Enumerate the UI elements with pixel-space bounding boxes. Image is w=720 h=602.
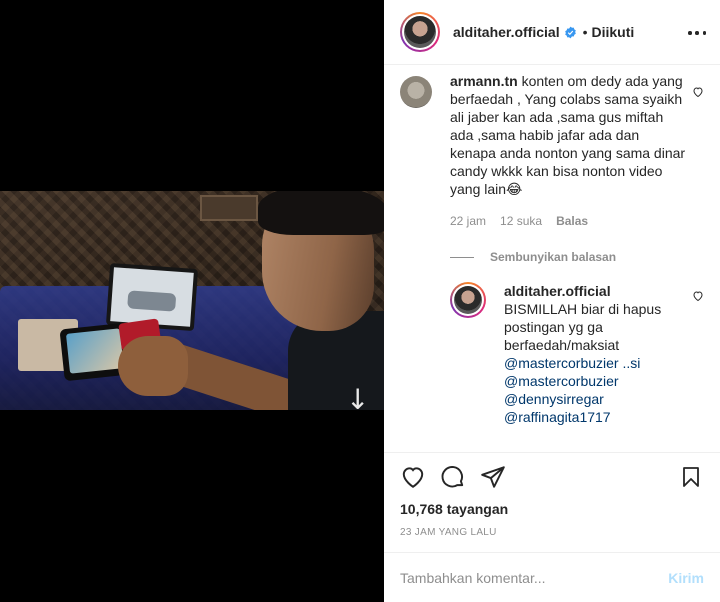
share-icon[interactable] — [480, 464, 506, 490]
action-icons — [400, 463, 704, 491]
video-player[interactable] — [0, 191, 384, 410]
comment-item: armann.tn konten om dedy ada yang berfae… — [400, 72, 704, 230]
more-options-icon[interactable] — [688, 24, 706, 42]
video-scene-phone-screen — [65, 328, 124, 374]
follow-separator: • — [582, 24, 588, 40]
bookmark-icon[interactable] — [678, 464, 704, 490]
reply-mention[interactable]: @mastercorbuzier — [504, 372, 674, 390]
reply-button[interactable]: Balas — [556, 212, 588, 230]
follow-button[interactable]: Diikuti — [592, 24, 635, 40]
add-comment-bar: Kirim — [384, 552, 720, 602]
reply-item: alditaher.official BISMILLAH biar di hap… — [450, 282, 704, 426]
comment-meta: 22 jam 12 suka Balas — [450, 212, 688, 230]
reply-mention[interactable]: @mastercorbuzier ..si — [504, 354, 674, 372]
hide-replies-toggle[interactable]: Sembunyikan balasan — [450, 250, 704, 264]
post-header: alditaher.official • Diikuti — [384, 0, 720, 65]
view-count[interactable]: 10,768 tayangan — [400, 501, 704, 517]
hide-replies-line — [450, 256, 474, 258]
video-scene-hand — [118, 336, 188, 396]
reply-author-avatar[interactable] — [450, 282, 486, 318]
commenter-username[interactable]: armann.tn — [450, 73, 518, 89]
reply-mention[interactable]: @dennysirregar — [504, 390, 674, 408]
author-avatar[interactable] — [400, 12, 440, 52]
comment-time[interactable]: 22 jam — [450, 212, 486, 230]
video-scene-frame — [200, 195, 258, 221]
commenter-avatar[interactable] — [400, 76, 432, 108]
post-comment-button[interactable]: Kirim — [668, 570, 704, 586]
comments-list[interactable]: armann.tn konten om dedy ada yang berfae… — [384, 66, 720, 452]
comment-heart-icon[interactable] — [692, 86, 704, 98]
author-username[interactable]: alditaher.official — [453, 24, 560, 40]
comment-text: konten om dedy ada yang berfaedah , Yang… — [450, 73, 686, 197]
reply-text: BISMILLAH biar di hapus postingan yg ga … — [504, 301, 662, 353]
post-side-panel: alditaher.official • Diikuti armann.tn k… — [384, 0, 720, 602]
video-scene-person-hair — [258, 191, 384, 235]
post-timestamp[interactable]: 23 JAM YANG LALU — [400, 527, 704, 538]
heart-icon[interactable] — [400, 464, 426, 490]
post-media[interactable] — [0, 0, 384, 602]
comment-icon[interactable] — [440, 464, 466, 490]
comment-likes[interactable]: 12 suka — [500, 212, 542, 230]
verified-badge-icon — [564, 26, 576, 38]
post-actions: 10,768 tayangan 23 JAM YANG LALU — [384, 452, 720, 552]
reply-heart-icon[interactable] — [692, 290, 704, 302]
reply-mention[interactable]: @raffinagita1717 — [504, 408, 674, 426]
reply-username[interactable]: alditaher.official — [504, 283, 611, 299]
hide-replies-label: Sembunyikan balasan — [490, 250, 617, 264]
add-comment-input[interactable] — [400, 569, 669, 586]
